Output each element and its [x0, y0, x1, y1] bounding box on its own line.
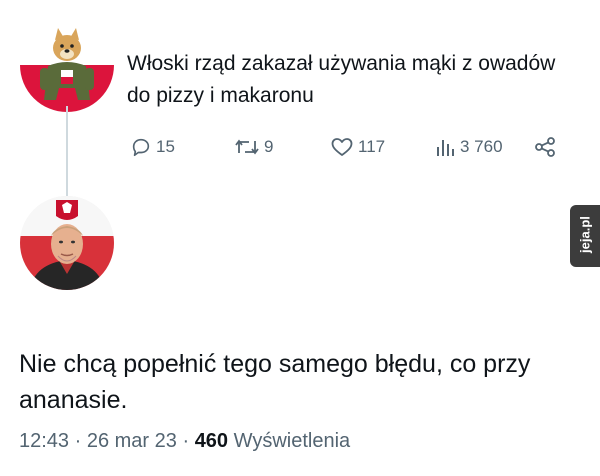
share-icon	[535, 137, 555, 157]
analytics-icon	[437, 140, 454, 156]
tweet-time[interactable]: 12:43	[19, 430, 69, 452]
reply-button[interactable]: 15	[130, 132, 175, 162]
tweet2-meta: 12:43 · 26 mar 23 · 460 Wyświetlenia	[19, 430, 350, 453]
tweet-date[interactable]: 26 mar 23	[87, 430, 177, 452]
share-button[interactable]	[534, 132, 560, 162]
views-count: 3 760	[460, 137, 503, 156]
meta-separator: ·	[176, 430, 195, 452]
views-count: 460	[194, 430, 229, 452]
retweet-button[interactable]: 9	[234, 132, 273, 162]
retweet-count: 9	[264, 137, 274, 156]
tweet1-avatar[interactable]	[20, 18, 114, 112]
retweet-icon	[235, 139, 259, 155]
watermark-text: jeja.pl	[577, 216, 593, 253]
like-button[interactable]: 117	[330, 132, 385, 162]
doge-soldier-icon	[20, 18, 114, 112]
site-watermark: jeja.pl	[570, 205, 600, 267]
tweet2-text: Nie chcą popełnić tego samego błędu, co …	[19, 350, 531, 414]
reply-count: 15	[156, 137, 175, 156]
meta-separator: ·	[69, 430, 87, 452]
reply-icon	[132, 138, 150, 157]
like-count: 117	[358, 137, 386, 156]
views-button[interactable]: 3 760	[434, 132, 503, 162]
tweet1-text: Włoski rząd zakazał używania mąki z owad…	[127, 52, 556, 107]
views-label: Wyświetlenia	[233, 430, 351, 452]
tweet1-action-bar: 15 9 117 3 760	[0, 132, 600, 162]
heart-icon	[331, 138, 353, 156]
man-avatar-icon	[20, 196, 114, 290]
tweet2-avatar[interactable]	[20, 196, 114, 290]
